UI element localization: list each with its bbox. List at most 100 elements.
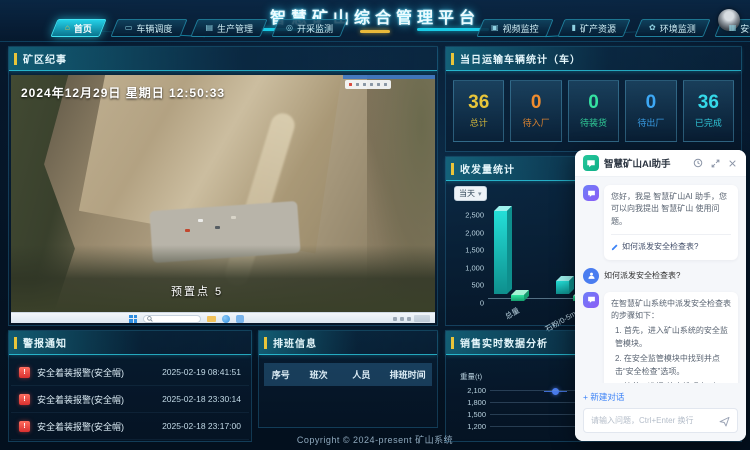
stat-value: 0 bbox=[531, 93, 542, 112]
ai-input-row bbox=[583, 408, 738, 433]
stat-label: 总计 bbox=[470, 116, 488, 129]
nav-label: 视频监控 bbox=[503, 22, 539, 35]
alarm-row[interactable]: ! 安全着装报警(安全帽) 2025-02-18 23:30:14 bbox=[11, 386, 249, 413]
bot-message: 在智慧矿山系统中派发安全检查表的步骤如下： 1. 首先，进入矿山系统的安全监管模… bbox=[583, 292, 738, 383]
y-tick: 2,500 bbox=[454, 211, 484, 220]
record-icon bbox=[349, 83, 352, 86]
nav-label: 矿产资源 bbox=[580, 22, 616, 35]
alarm-icon: ! bbox=[19, 367, 30, 378]
windows-taskbar bbox=[11, 312, 435, 323]
nav-left: ⌂ 首页 ▭ 车辆调度 ▤ 生产管理 ◎ 开采监测 bbox=[54, 19, 344, 37]
panel-header: 当日运输车辆统计（车） bbox=[446, 47, 741, 71]
answer-intro: 在智慧矿山系统中派发安全检查表的步骤如下： bbox=[611, 298, 731, 323]
nav-label: 首页 bbox=[74, 22, 92, 35]
nav-item-mining-monitor[interactable]: ◎ 开采监测 bbox=[275, 19, 344, 37]
column-header: 班次 bbox=[298, 368, 340, 381]
ai-assistant-panel: 智慧矿山AI助手 您好，我是 智慧矿山AI 助手，您可以向我提出 智慧矿山 使用… bbox=[575, 150, 746, 441]
y-axis-label: 重量(t) bbox=[460, 371, 482, 382]
panel-alarm-notifications: 警报通知 ! 安全着装报警(安全帽) 2025-02-19 08:41:51 !… bbox=[8, 330, 252, 442]
video-timestamp: 2024年12月29日 星期日 12:50:33 bbox=[21, 84, 225, 101]
panel-title: 警报通知 bbox=[23, 335, 67, 350]
camera-preset-label: 预置点 5 bbox=[171, 283, 223, 299]
video-titlebar-fragment bbox=[343, 75, 435, 79]
panel-vehicle-stats: 当日运输车辆统计（车） 36 总计 0 待入厂 0 待装货 0 待出厂 36 已… bbox=[445, 46, 742, 152]
answer-step: 2. 在安全监管模块中找到并点击“安全检查”选项。 bbox=[615, 353, 731, 378]
y-tick: 0 bbox=[454, 299, 484, 308]
alarm-label: 安全着装报警(安全帽) bbox=[37, 420, 155, 433]
nav-item-home[interactable]: ⌂ 首页 bbox=[54, 19, 103, 37]
new-chat-button[interactable]: + 新建对话 bbox=[583, 391, 624, 403]
bot-answer-bubble: 在智慧矿山系统中派发安全检查表的步骤如下： 1. 首先，进入矿山系统的安全监管模… bbox=[604, 292, 738, 383]
tray-icon bbox=[393, 317, 397, 321]
truck-dot bbox=[215, 226, 220, 229]
stat-card-total: 36 总计 bbox=[453, 80, 504, 142]
ai-robot-icon bbox=[583, 155, 599, 171]
alarm-row[interactable]: ! 安全着装报警(安全帽) 2025-02-19 08:41:51 bbox=[11, 359, 249, 386]
top-header: 智慧矿山综合管理平台 ⌂ 首页 ▭ 车辆调度 ▤ 生产管理 ◎ 开采监测 bbox=[0, 0, 750, 42]
stat-value: 0 bbox=[588, 93, 599, 112]
suggested-question[interactable]: 如何派发安全检查表? bbox=[611, 234, 731, 253]
truck-dot bbox=[185, 229, 190, 232]
alarm-label: 安全着装报警(安全帽) bbox=[37, 393, 155, 406]
alarm-label: 安全着装报警(安全帽) bbox=[37, 366, 155, 379]
nav-item-production[interactable]: ▤ 生产管理 bbox=[194, 19, 264, 37]
answer-step: 1. 首先，进入矿山系统的安全监管模块。 bbox=[615, 325, 731, 350]
nav-item-mineral-resources[interactable]: ▮ 矿产资源 bbox=[561, 19, 627, 37]
tray-icon bbox=[400, 317, 404, 321]
vegetation-bottom bbox=[11, 245, 435, 312]
time-range-dropdown[interactable]: 当天 ▾ bbox=[454, 186, 487, 201]
clipboard-icon: ▤ bbox=[205, 24, 213, 32]
column-header: 序号 bbox=[264, 368, 298, 381]
home-icon: ⌂ bbox=[65, 24, 70, 32]
nav-label: 开采监测 bbox=[297, 22, 333, 35]
stat-card-waiting-load: 0 待装货 bbox=[568, 80, 619, 142]
column-header: 排班时间 bbox=[383, 368, 432, 381]
ai-footer: + 新建对话 bbox=[575, 383, 746, 441]
camera-icon: ▣ bbox=[491, 24, 499, 32]
schedule-table-header: 序号 班次 人员 排班时间 bbox=[264, 363, 432, 386]
leaf-icon: ✿ bbox=[649, 24, 656, 32]
video-feed[interactable]: 2024年12月29日 星期日 12:50:33 预置点 5 bbox=[11, 75, 435, 323]
stat-label: 待装货 bbox=[580, 116, 607, 129]
bar-总量-series2 bbox=[511, 295, 524, 301]
nav-item-environment-monitor[interactable]: ✿ 环境监测 bbox=[638, 19, 707, 37]
user-question-text: 如何派发安全检查表? bbox=[604, 268, 680, 284]
alarm-icon: ! bbox=[19, 394, 30, 405]
nav-label: 车辆调度 bbox=[136, 22, 172, 35]
windows-start-icon bbox=[129, 315, 137, 323]
truck-icon: ▭ bbox=[125, 24, 133, 32]
panel-header: 警报通知 bbox=[9, 331, 251, 355]
panel-mine-chronicle: 矿区纪事 2024年12月29日 星期日 12:50:33 预置点 bbox=[8, 46, 438, 326]
bar-chart-icon: ▮ bbox=[572, 24, 576, 32]
nav-label: 安全监管 bbox=[740, 22, 750, 35]
panel-header: 矿区纪事 bbox=[9, 47, 437, 71]
nav-item-video-monitor[interactable]: ▣ 视频监控 bbox=[480, 19, 550, 37]
stat-value: 36 bbox=[698, 93, 719, 112]
stats-row: 36 总计 0 待入厂 0 待装货 0 待出厂 36 已完成 bbox=[446, 71, 741, 151]
dropdown-value: 当天 bbox=[459, 188, 475, 199]
history-icon[interactable] bbox=[692, 157, 704, 169]
chevron-down-icon: ▾ bbox=[478, 190, 482, 198]
video-toolbar[interactable] bbox=[345, 80, 391, 89]
panel-title: 矿区纪事 bbox=[23, 51, 67, 66]
bot-avatar-icon bbox=[583, 292, 599, 308]
stat-label: 待入厂 bbox=[523, 116, 550, 129]
bot-bubble: 您好，我是 智慧矿山AI 助手，您可以向我提出 智慧矿山 使用问题。 如何派发安… bbox=[604, 185, 738, 260]
alarm-time: 2025-02-19 08:41:51 bbox=[162, 367, 241, 377]
x-label: 总量 bbox=[503, 305, 521, 322]
ai-question-input[interactable] bbox=[584, 409, 737, 432]
panel-title: 排班信息 bbox=[273, 335, 317, 350]
user-message: 如何派发安全检查表? bbox=[583, 268, 738, 284]
expand-icon[interactable] bbox=[709, 157, 721, 169]
taskbar-search bbox=[143, 315, 201, 323]
folder-icon bbox=[207, 316, 216, 322]
close-icon[interactable] bbox=[726, 157, 738, 169]
ai-assistant-header: 智慧矿山AI助手 bbox=[575, 150, 746, 177]
y-tick: 1,500 bbox=[454, 246, 484, 255]
alarm-time: 2025-02-18 23:30:14 bbox=[162, 394, 241, 404]
panel-title: 收发量统计 bbox=[460, 161, 515, 176]
bot-message: 您好，我是 智慧矿山AI 助手，您可以向我提出 智慧矿山 使用问题。 如何派发安… bbox=[583, 185, 738, 260]
send-icon[interactable] bbox=[718, 415, 731, 428]
y-tick: 500 bbox=[454, 281, 484, 290]
nav-item-vehicle-dispatch[interactable]: ▭ 车辆调度 bbox=[114, 19, 184, 37]
